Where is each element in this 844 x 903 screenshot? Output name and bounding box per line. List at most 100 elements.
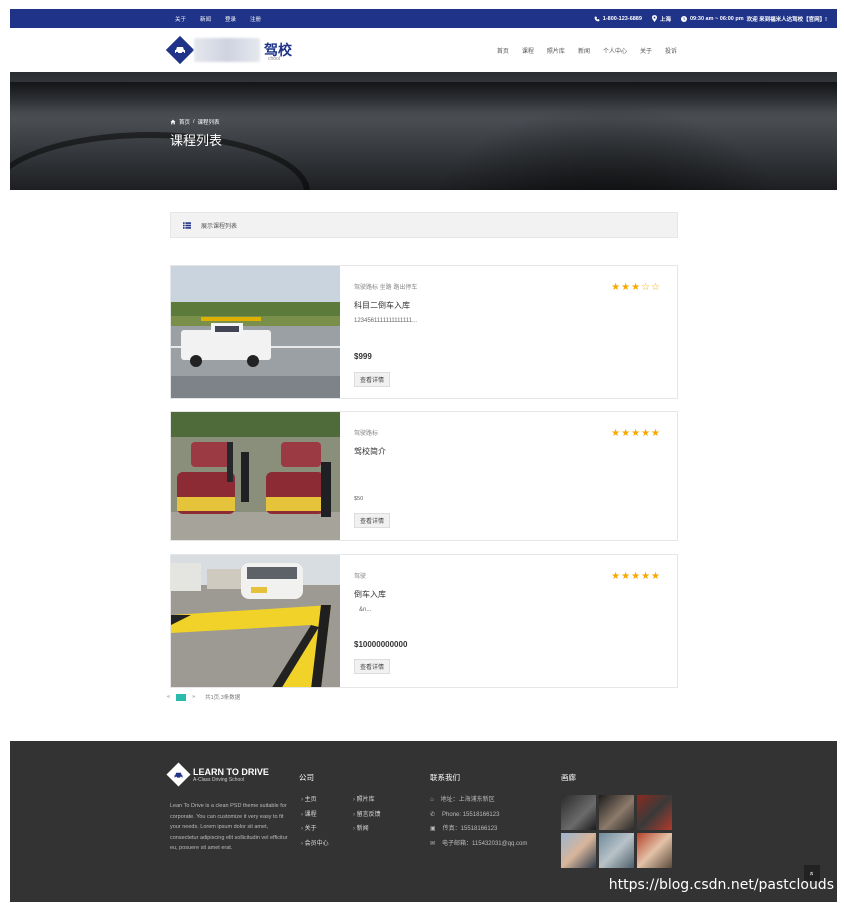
logo-subtitle: chool bbox=[268, 56, 280, 62]
rating-stars: ★★★☆☆ bbox=[611, 282, 661, 293]
course-name[interactable]: 倒车入库 bbox=[354, 589, 663, 600]
nav-about[interactable]: 关于 bbox=[640, 46, 652, 55]
top-link-about[interactable]: 关于 bbox=[175, 15, 186, 23]
hero-banner: 首页 / 课程列表 课程列表 bbox=[10, 72, 837, 190]
footer-link-about[interactable]: 关于 bbox=[301, 822, 329, 837]
course-card: 驾驶 倒车入库 &n... $10000000000 查看详情 ★★★★★ bbox=[170, 554, 678, 688]
site-header: 驾校 chool 首页 课程 照片库 新闻 个人中心 关于 投诉 bbox=[10, 28, 837, 72]
gallery-thumb[interactable] bbox=[599, 833, 634, 868]
star-filled-icon: ★ bbox=[611, 282, 622, 293]
phone-icon bbox=[594, 16, 600, 21]
footer-link-news[interactable]: 新闻 bbox=[353, 822, 381, 837]
top-phone: 1-800-123-6889 bbox=[594, 16, 642, 22]
list-icon bbox=[183, 221, 191, 229]
phone-icon: ✆ bbox=[430, 811, 436, 818]
course-price: $10000000000 bbox=[354, 640, 408, 649]
home-icon: ⌂ bbox=[430, 797, 434, 803]
top-link-login[interactable]: 登录 bbox=[225, 15, 236, 23]
course-name[interactable]: 科目二倒车入库 bbox=[354, 300, 663, 311]
email-icon: ✉ bbox=[430, 840, 436, 847]
gallery-thumb[interactable] bbox=[637, 833, 672, 868]
footer-brand-title: LEARN TO DRIVE bbox=[193, 766, 269, 777]
car-logo-icon bbox=[165, 35, 195, 65]
course-desc: 1234561111111111111... bbox=[354, 318, 418, 324]
gallery-thumb[interactable] bbox=[561, 795, 596, 830]
course-image[interactable] bbox=[171, 412, 340, 540]
top-link-news[interactable]: 新闻 bbox=[200, 15, 211, 23]
top-info: 1-800-123-6889 上海 09:30 am ~ 06:00 pm 欢迎… bbox=[594, 15, 827, 23]
footer-contact-title: 联系我们 bbox=[430, 773, 460, 782]
course-card: 驾驶路标 坐路 路出停车 科目二倒车入库 1234561111111111111… bbox=[170, 265, 678, 399]
star-filled-icon: ★ bbox=[631, 282, 642, 293]
nav-home[interactable]: 首页 bbox=[497, 46, 509, 55]
star-filled-icon: ★ bbox=[621, 282, 632, 293]
hero-wheel-shape bbox=[417, 102, 797, 190]
nav-courses[interactable]: 课程 bbox=[522, 46, 534, 55]
breadcrumb: 首页 / 课程列表 bbox=[170, 118, 220, 126]
breadcrumb-home[interactable]: 首页 bbox=[179, 118, 190, 126]
pager-current-page[interactable] bbox=[176, 693, 187, 701]
pager-prev[interactable]: « bbox=[167, 694, 170, 700]
view-details-button[interactable]: 查看详情 bbox=[354, 659, 391, 674]
nav-complaint[interactable]: 投诉 bbox=[665, 46, 677, 55]
footer-gallery bbox=[561, 795, 672, 868]
pager-next[interactable]: » bbox=[192, 694, 195, 700]
location-icon bbox=[651, 15, 657, 22]
course-price: $50 bbox=[354, 496, 364, 502]
clock-icon bbox=[680, 15, 687, 22]
footer-link-home[interactable]: 主页 bbox=[301, 793, 329, 808]
breadcrumb-separator: / bbox=[193, 119, 195, 125]
course-image[interactable] bbox=[171, 555, 340, 687]
view-details-button[interactable]: 查看详情 bbox=[354, 513, 391, 528]
top-city: 上海 bbox=[651, 15, 671, 23]
course-desc: &n... bbox=[359, 607, 372, 613]
gallery-thumb[interactable] bbox=[637, 795, 672, 830]
watermark: https://blog.csdn.net/pastclouds bbox=[608, 877, 834, 893]
star-filled-icon: ★★★★★ bbox=[611, 571, 661, 582]
footer-link-courses[interactable]: 课程 bbox=[301, 808, 329, 823]
footer-gallery-title: 画廊 bbox=[561, 773, 576, 782]
list-notice: 展示课程列表 bbox=[170, 212, 678, 238]
footer-link-gallery[interactable]: 照片库 bbox=[353, 793, 381, 808]
star-filled-icon: ★★★★★ bbox=[611, 428, 661, 439]
course-body: 驾驶路标 驾校简介 $50 查看详情 ★★★★★ bbox=[340, 412, 677, 540]
star-empty-icon: ☆ bbox=[651, 282, 661, 293]
rating-stars: ★★★★★ bbox=[611, 428, 661, 439]
top-hours: 09:30 am ~ 06:00 pm 欢迎 来到福米人达驾校【官网】! bbox=[680, 15, 827, 23]
footer-logo[interactable]: LEARN TO DRIVE A-Class Driving School bbox=[166, 762, 269, 787]
star-empty-icon: ☆ bbox=[641, 282, 652, 293]
footer-description: Lean To Drive is a clean PSD theme suita… bbox=[170, 803, 288, 851]
gallery-thumb[interactable] bbox=[599, 795, 634, 830]
view-details-button[interactable]: 查看详情 bbox=[354, 372, 391, 387]
pager-summary: 共1页,3条数据 bbox=[205, 695, 241, 701]
footer-company-title: 公司 bbox=[299, 773, 314, 782]
fax-icon: ▣ bbox=[430, 826, 436, 832]
contact-email[interactable]: 电子邮箱：115432031@qq.com bbox=[442, 837, 527, 852]
nav-profile[interactable]: 个人中心 bbox=[603, 46, 627, 55]
footer-contact: ⌂ 地址：上海浦东新区 ✆ Phone: 15518166123 ▣ 传真：15518… bbox=[430, 793, 527, 851]
top-links: 关于 新闻 登录 注册 bbox=[175, 15, 261, 23]
nav-gallery[interactable]: 照片库 bbox=[547, 46, 565, 55]
course-body: 驾驶 倒车入库 &n... $10000000000 查看详情 ★★★★★ bbox=[340, 555, 677, 687]
footer-link-feedback[interactable]: 留言反馈 bbox=[353, 808, 381, 823]
course-body: 驾驶路标 坐路 路出停车 科目二倒车入库 1234561111111111111… bbox=[340, 266, 677, 398]
page-title: 课程列表 bbox=[170, 133, 223, 148]
notice-text: 展示课程列表 bbox=[201, 223, 238, 230]
home-icon bbox=[170, 119, 176, 125]
pagination: « » 共1页,3条数据 bbox=[167, 693, 240, 701]
top-bar: 关于 新闻 登录 注册 1-800-123-6889 上海 09:30 am ~… bbox=[10, 9, 837, 28]
course-card: 驾驶路标 驾校简介 $50 查看详情 ★★★★★ bbox=[170, 411, 678, 541]
gallery-thumb[interactable] bbox=[561, 833, 596, 868]
contact-phone: Phone: 15518166123 bbox=[442, 811, 500, 818]
breadcrumb-current: 课程列表 bbox=[197, 120, 220, 126]
chevron-up-icon: » bbox=[808, 871, 816, 875]
top-link-register[interactable]: 注册 bbox=[250, 15, 261, 23]
footer-link-member[interactable]: 会员中心 bbox=[301, 837, 329, 852]
course-image[interactable] bbox=[171, 266, 340, 398]
logo-blurred-name bbox=[194, 38, 260, 62]
car-logo-icon bbox=[166, 762, 191, 787]
contact-fax: 传真：15518166123 bbox=[442, 826, 498, 832]
course-name[interactable]: 驾校简介 bbox=[354, 446, 663, 457]
hero-dashboard-shape bbox=[10, 132, 310, 190]
nav-news[interactable]: 新闻 bbox=[578, 46, 590, 55]
